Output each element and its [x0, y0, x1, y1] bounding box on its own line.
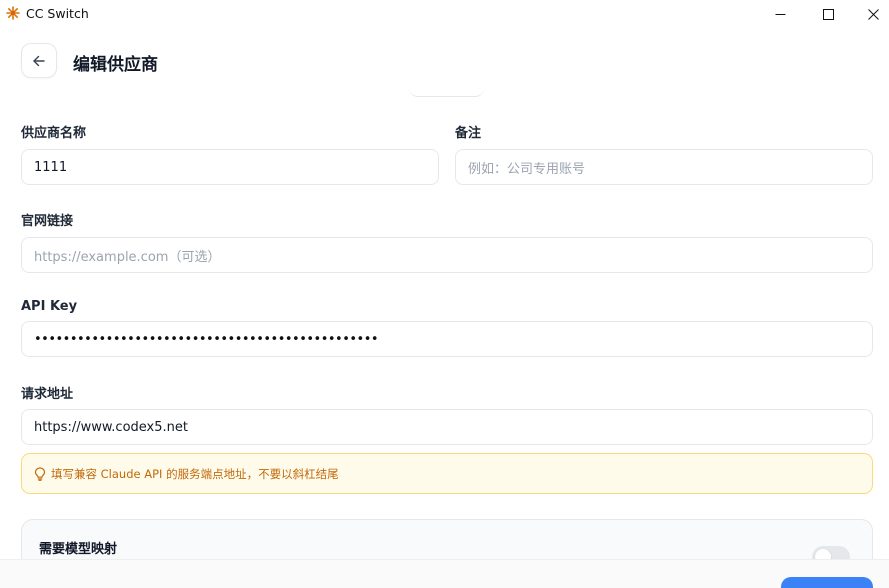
maximize-button[interactable] [805, 0, 851, 28]
notes-label: 备注 [455, 126, 482, 141]
back-button[interactable] [21, 43, 57, 78]
model-mapping-title: 需要模型映射 [39, 542, 118, 557]
minimize-button[interactable] [757, 0, 803, 28]
website-label: 官网链接 [21, 214, 74, 229]
collapsed-section-edge [409, 88, 484, 97]
notes-input[interactable]: 例如：公司专用账号 [455, 149, 873, 185]
provider-name-label: 供应商名称 [21, 126, 87, 141]
footer-bar [0, 559, 889, 588]
maximize-icon [822, 8, 834, 20]
endpoint-input[interactable]: https://www.codex5.net [21, 409, 873, 445]
arrow-left-icon [33, 55, 45, 66]
page-title: 编辑供应商 [73, 55, 158, 75]
provider-name-input[interactable]: 1111 [21, 149, 439, 185]
endpoint-label: 请求地址 [21, 387, 74, 402]
minimize-icon [775, 13, 785, 15]
hint-text: 填写兼容 Claude API 的服务端点地址，不要以斜杠结尾 [51, 466, 339, 481]
api-key-label: API Key [21, 299, 78, 314]
close-icon [867, 8, 879, 20]
lightbulb-icon [34, 466, 46, 481]
close-button[interactable] [850, 0, 889, 28]
website-input[interactable]: https://example.com（可选） [21, 237, 873, 273]
app-logo-icon [6, 6, 20, 20]
title-bar: CC Switch [0, 0, 889, 28]
api-key-input[interactable]: ••••••••••••••••••••••••••••••••••••••••… [21, 321, 873, 357]
window-title: CC Switch [26, 6, 89, 21]
save-button[interactable] [781, 577, 873, 588]
endpoint-hint: 填写兼容 Claude API 的服务端点地址，不要以斜杠结尾 [21, 453, 873, 494]
